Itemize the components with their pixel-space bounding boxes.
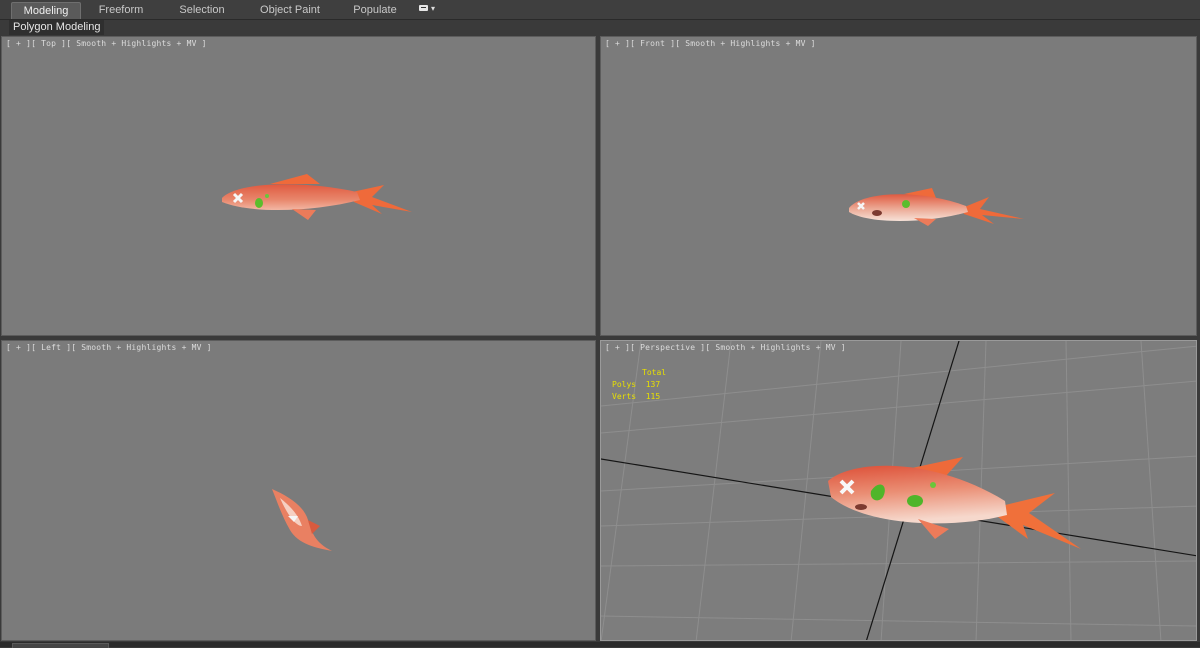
viewport-left[interactable]: [ + ][ Left ][ Smooth + Highlights + MV … — [1, 340, 596, 641]
stats-polys-label: Polys — [612, 380, 637, 389]
fish-model-perspective — [828, 457, 1081, 549]
stats-header: Total — [642, 368, 667, 377]
tab-selection[interactable]: Selection — [170, 2, 234, 18]
ribbon-tab-bar: Modeling Freeform Selection Object Paint… — [0, 0, 1200, 20]
viewport-label-left[interactable]: [ + ][ Left ][ Smooth + Highlights + MV … — [6, 343, 212, 352]
viewport-label-perspective[interactable]: [ + ][ Perspective ][ Smooth + Highlight… — [605, 343, 846, 352]
tab-freeform[interactable]: Freeform — [89, 2, 153, 18]
viewport-toggle-icon — [419, 5, 428, 11]
chevron-down-icon: ▾ — [431, 4, 436, 13]
viewport-label-front[interactable]: [ + ][ Front ][ Smooth + Highlights + MV… — [605, 39, 816, 48]
fish-model-front — [849, 188, 1024, 226]
ribbon-toggle-button[interactable]: ▾ — [419, 4, 439, 15]
stats-verts-label: Verts — [612, 392, 637, 401]
bottom-status-strip — [0, 642, 1200, 648]
stats-verts-value: 115 — [645, 392, 661, 401]
tab-modeling[interactable]: Modeling — [11, 2, 81, 19]
statistics-overlay: Total Polys 137 Verts 115 — [612, 367, 666, 403]
polygon-modeling-panel[interactable]: Polygon Modeling — [9, 20, 105, 35]
timeline-tab[interactable] — [12, 643, 109, 648]
viewport-perspective[interactable]: [ + ][ Perspective ][ Smooth + Highlight… — [600, 340, 1197, 641]
fish-model-left — [272, 489, 332, 551]
stats-polys: Polys 137 — [612, 379, 666, 391]
fish-model-top — [222, 174, 412, 220]
tab-object-paint[interactable]: Object Paint — [251, 2, 329, 18]
stats-polys-value: 137 — [645, 380, 661, 389]
viewport-label-top[interactable]: [ + ][ Top ][ Smooth + Highlights + MV ] — [6, 39, 207, 48]
tab-populate[interactable]: Populate — [344, 2, 406, 18]
stats-verts: Verts 115 — [612, 391, 666, 403]
ribbon-panel-bar: Polygon Modeling — [0, 20, 1200, 35]
viewport-front[interactable]: [ + ][ Front ][ Smooth + Highlights + MV… — [600, 36, 1197, 336]
viewport-top[interactable]: [ + ][ Top ][ Smooth + Highlights + MV ] — [1, 36, 596, 336]
